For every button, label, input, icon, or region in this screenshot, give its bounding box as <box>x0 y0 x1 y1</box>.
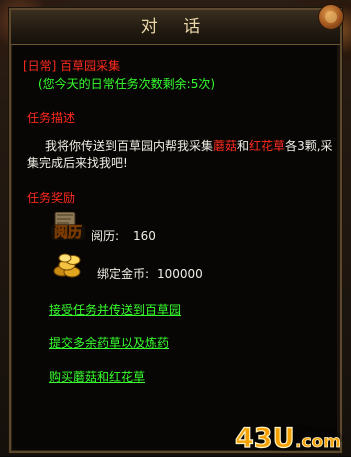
reward-exp-label: 阅历: <box>91 228 119 244</box>
close-button[interactable] <box>318 4 344 30</box>
site-logo: 43U .com <box>229 419 347 453</box>
accept-and-teleport-link[interactable]: 接受任务并传送到百草园 <box>49 302 181 318</box>
dialog-titlebar[interactable]: 对 话 <box>11 10 340 45</box>
gold-coins-icon <box>53 252 85 278</box>
dialog-title: 对 话 <box>11 10 340 44</box>
buy-herbs-link[interactable]: 购买蘑菇和红花草 <box>49 369 145 385</box>
dialog-content: [日常] 百草园采集 (您今天的日常任务次数剩余:5次) 任务描述 我将你传送到… <box>13 46 340 448</box>
reward-title: 任务奖励 <box>27 190 75 206</box>
dialog-window: 对 话 [日常] 百草园采集 (您今天的日常任务次数剩余:5次) 任务描述 我将… <box>9 8 342 453</box>
reward-exp-value: 160 <box>133 228 156 244</box>
logo-text: 43U <box>235 423 295 453</box>
logo-suffix: .com <box>295 432 341 452</box>
desc-part2: 和 <box>237 139 249 153</box>
reward-gold-label: 绑定金币: <box>97 266 149 282</box>
quest-description: 我将你传送到百草园内帮我采集蘑菇和红花草各3颗,采集完成后来找我吧! <box>27 138 339 172</box>
desc-item-mushroom: 蘑菇 <box>213 139 237 153</box>
experience-icon-text: 阅历 <box>54 224 82 241</box>
submit-herbs-link[interactable]: 提交多余药草以及炼药 <box>49 335 169 351</box>
reward-gold-value: 100000 <box>157 266 203 282</box>
desc-title: 任务描述 <box>27 110 75 126</box>
daily-remaining-text: (您今天的日常任务次数剩余:5次) <box>38 76 215 92</box>
desc-item-redflower: 红花草 <box>249 139 285 153</box>
quest-header: [日常] 百草园采集 <box>23 58 120 74</box>
content-scrollbar[interactable] <box>337 46 340 448</box>
experience-icon: 阅历 <box>51 212 85 242</box>
desc-part1: 我将你传送到百草园内帮我采集 <box>27 139 213 153</box>
